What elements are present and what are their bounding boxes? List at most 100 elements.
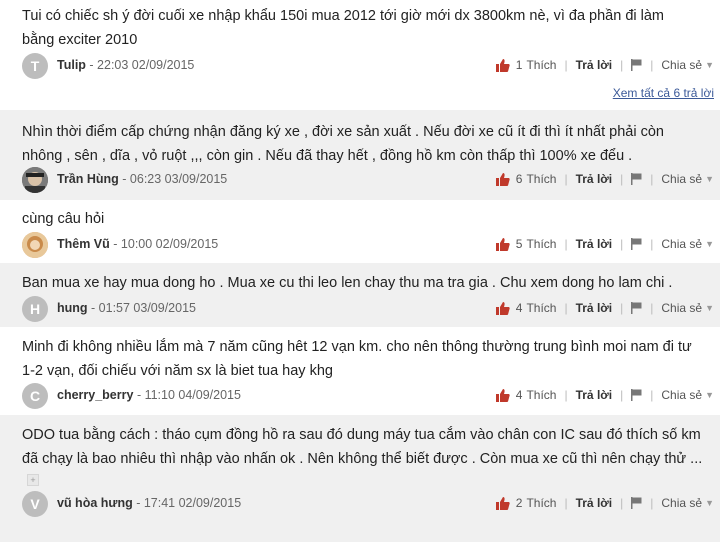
thumbs-up-icon[interactable] [495,237,510,251]
flag-icon[interactable] [631,59,642,71]
thumbs-up-icon[interactable] [495,301,510,315]
like-button[interactable]: Thích [526,172,556,186]
comment-time: - 01:57 03/09/2015 [91,301,196,315]
share-button[interactable]: Chia sẻ [661,172,702,186]
reply-button[interactable]: Trả lời [576,172,613,186]
comment-author[interactable]: Trần Hùng - 06:23 03/09/2015 [57,172,227,186]
see-all-replies-link[interactable]: Xem tất cả 6 trả lời [613,86,714,100]
comment-item: Nhìn thời điểm cấp chứng nhận đăng ký xe… [0,110,720,200]
author-name[interactable]: vũ hòa hưng [57,496,133,510]
comment-actions: 1 Thích | Trả lời | | Chia sẻ ▼ [495,58,714,72]
comment-author[interactable]: Thêm Vũ - 10:00 02/09/2015 [57,237,218,251]
share-button[interactable]: Chia sẻ [661,58,702,72]
comment-text: cùng câu hỏi [22,211,105,227]
author-name[interactable]: Thêm Vũ [57,237,110,251]
comment-meta: Trần Hùng - 06:23 03/09/2015 6 Thích | T… [22,167,720,193]
avatar-image [22,167,48,193]
like-button[interactable]: Thích [526,58,556,72]
thumbs-up-icon[interactable] [495,58,510,72]
comment-meta: Thêm Vũ - 10:00 02/09/2015 5 Thích | Trả… [22,232,720,258]
chevron-down-icon[interactable]: ▼ [705,60,714,70]
divider: | [620,58,624,72]
reply-button[interactable]: Trả lời [576,301,613,315]
thumbs-up-icon[interactable] [495,496,510,510]
comment-text: Ban mua xe hay mua dong ho . Mua xe cu t… [22,275,673,291]
divider: | [564,237,568,251]
comment-author[interactable]: vũ hòa hưng - 17:41 02/09/2015 [57,496,241,510]
like-count: 4 [515,388,523,402]
comment-actions: 4 Thích | Trả lời | | Chia sẻ ▼ [495,301,714,315]
avatar[interactable]: H [22,296,48,322]
comment-actions: 6 Thích | Trả lời | | Chia sẻ ▼ [495,172,714,186]
divider: | [620,172,624,186]
comment-time: - 17:41 02/09/2015 [136,496,242,510]
like-count: 2 [515,496,523,510]
like-count: 4 [515,301,523,315]
comment-author[interactable]: cherry_berry - 11:10 04/09/2015 [57,388,241,402]
comment-author[interactable]: hung - 01:57 03/09/2015 [57,301,196,315]
flag-icon[interactable] [631,497,642,509]
comment-author[interactable]: Tulip - 22:03 02/09/2015 [57,58,194,72]
avatar[interactable]: V [22,491,48,517]
chevron-down-icon[interactable]: ▼ [705,498,714,508]
divider: | [564,172,568,186]
author-name[interactable]: Tulip [57,58,86,72]
reply-button[interactable]: Trả lời [576,237,613,251]
share-button[interactable]: Chia sẻ [661,301,702,315]
reply-button[interactable]: Trả lời [576,388,613,402]
divider: | [650,496,654,510]
comment-time: - 22:03 02/09/2015 [89,58,195,72]
divider: | [564,388,568,402]
thumbs-up-icon[interactable] [495,388,510,402]
chevron-down-icon[interactable]: ▼ [705,390,714,400]
avatar[interactable]: T [22,53,48,79]
avatar-image [22,232,48,258]
author-name[interactable]: Trần Hùng [57,172,119,186]
divider: | [564,301,568,315]
flag-icon[interactable] [631,173,642,185]
expand-button[interactable]: + [27,474,39,486]
comment-text: Tui có chiếc sh ý đời cuối xe nhập khẩu … [22,8,665,48]
divider: | [650,301,654,315]
comment-item: Minh đi không nhiều lắm mà 7 năm cũng hê… [0,328,720,414]
like-button[interactable]: Thích [526,237,556,251]
divider: | [620,388,624,402]
comment-time: - 10:00 02/09/2015 [113,237,219,251]
comment-item: cùng câu hỏi Thêm Vũ - 10:00 02/09/2015 … [0,200,720,262]
divider: | [650,172,654,186]
flag-icon[interactable] [631,238,642,250]
flag-icon[interactable] [631,302,642,314]
like-count: 6 [515,172,523,186]
share-button[interactable]: Chia sẻ [661,496,702,510]
chevron-down-icon[interactable]: ▼ [705,303,714,313]
comment-meta: T Tulip - 22:03 02/09/2015 1 Thích | Trả… [22,53,720,79]
divider: | [650,58,654,72]
like-button[interactable]: Thích [526,388,556,402]
flag-icon[interactable] [631,389,642,401]
divider: | [620,237,624,251]
reply-button[interactable]: Trả lời [576,58,613,72]
like-button[interactable]: Thích [526,496,556,510]
divider: | [650,237,654,251]
divider: | [564,496,568,510]
avatar[interactable] [22,167,48,193]
chevron-down-icon[interactable]: ▼ [705,239,714,249]
like-button[interactable]: Thích [526,301,556,315]
comment-text: Nhìn thời điểm cấp chứng nhận đăng ký xe… [22,124,664,164]
comment-meta: V vũ hòa hưng - 17:41 02/09/2015 2 Thích… [22,491,720,517]
thumbs-up-icon[interactable] [495,172,510,186]
reply-button[interactable]: Trả lời [576,496,613,510]
share-button[interactable]: Chia sẻ [661,237,702,251]
author-name[interactable]: hung [57,301,88,315]
author-name[interactable]: cherry_berry [57,388,133,402]
like-count: 1 [515,58,523,72]
comment-item: Tui có chiếc sh ý đời cuối xe nhập khẩu … [0,0,720,108]
avatar[interactable]: C [22,383,48,409]
divider: | [620,301,624,315]
share-button[interactable]: Chia sẻ [661,388,702,402]
comment-actions: 2 Thích | Trả lời | | Chia sẻ ▼ [495,496,714,510]
chevron-down-icon[interactable]: ▼ [705,174,714,184]
comment-text: Minh đi không nhiều lắm mà 7 năm cũng hê… [22,339,692,379]
comment-item: Ban mua xe hay mua dong ho . Mua xe cu t… [0,263,720,327]
avatar[interactable] [22,232,48,258]
